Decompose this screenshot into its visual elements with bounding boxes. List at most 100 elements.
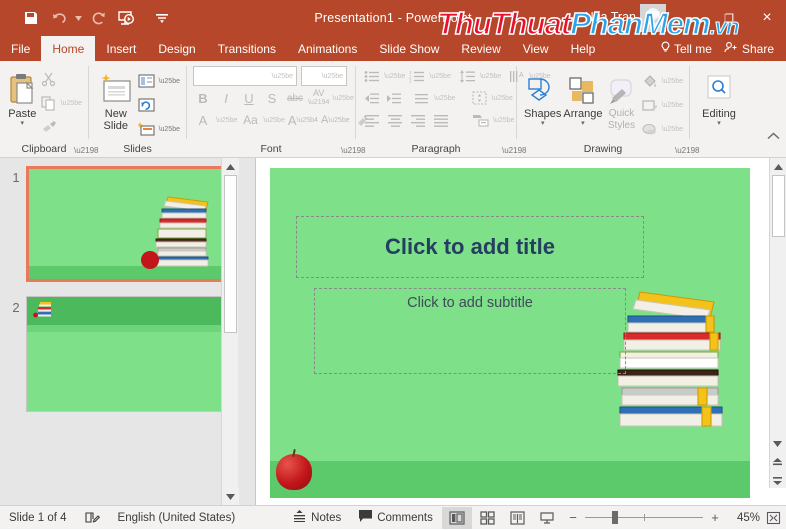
editing-button[interactable]: Editing ▾ <box>696 66 742 128</box>
thumbnail-scrollbar-thumb[interactable] <box>224 175 237 333</box>
arrange-button[interactable]: Arrange ▾ <box>562 66 603 128</box>
slide-thumbnail-1[interactable] <box>26 166 233 282</box>
share-button[interactable]: Share <box>716 41 782 56</box>
numbering-caret-icon[interactable]: \u25be <box>429 73 450 80</box>
decrease-font-size-button[interactable]: A \u25be <box>321 110 350 130</box>
shape-fill-caret-icon[interactable]: \u25be <box>662 78 683 85</box>
zoom-track[interactable] <box>585 511 703 524</box>
customize-quick-access-toolbar-icon[interactable] <box>149 6 175 30</box>
slide-layout-caret-icon[interactable]: \u25be <box>159 78 180 85</box>
tab-animations[interactable]: Animations <box>287 36 368 61</box>
slide-editor[interactable]: Click to add title Click to add subtitle <box>256 158 786 505</box>
font-name-caret-icon[interactable]: \u25be <box>272 73 293 80</box>
shape-effects-icon[interactable] <box>640 119 660 139</box>
shapes-caret-icon[interactable]: ▾ <box>541 120 545 128</box>
paragraph-dialog-launcher[interactable]: \u2198 <box>502 146 526 156</box>
arrange-caret-icon[interactable]: ▾ <box>581 120 585 128</box>
align-text-caret-icon[interactable]: \u25be <box>491 95 512 102</box>
shape-outline-icon[interactable] <box>640 95 660 115</box>
shape-outline-caret-icon[interactable]: \u25be <box>662 102 683 109</box>
line-spacing-caret-icon[interactable]: \u25be <box>480 73 501 80</box>
smartart-caret-icon[interactable]: \u25be <box>493 117 514 124</box>
undo-icon[interactable] <box>46 6 72 30</box>
language-indicator[interactable]: English (United States) <box>109 506 245 530</box>
shapes-button[interactable]: Shapes ▾ <box>523 66 562 128</box>
slide-sorter-view-button[interactable] <box>472 507 502 529</box>
text-shadow-button[interactable]: S <box>262 88 282 108</box>
redo-icon[interactable] <box>85 6 111 30</box>
columns-icon[interactable] <box>412 88 432 108</box>
close-button[interactable]: × <box>748 0 786 36</box>
font-dialog-launcher[interactable]: \u2198 <box>341 146 365 156</box>
underline-button[interactable]: U <box>239 88 259 108</box>
justify-icon[interactable] <box>431 110 451 130</box>
format-painter-icon[interactable] <box>39 117 59 137</box>
tab-design[interactable]: Design <box>147 36 206 61</box>
align-text-vertical-icon[interactable] <box>469 88 489 108</box>
scroll-down-arrow-icon[interactable] <box>770 435 785 452</box>
zoom-slider[interactable]: − + <box>562 510 726 525</box>
increase-font-size-button[interactable]: A \u25b4 <box>288 110 318 130</box>
slide-show-button[interactable] <box>532 507 562 529</box>
slide-thumbnail-2[interactable] <box>26 296 233 412</box>
spellcheck-icon[interactable] <box>76 506 109 530</box>
copy-caret-icon[interactable]: \u25be <box>61 100 82 107</box>
increase-indent-icon[interactable] <box>384 88 404 108</box>
clipboard-dialog-launcher[interactable]: \u2198 <box>74 146 98 156</box>
change-case-button[interactable]: Aa <box>240 110 260 130</box>
thumbnail-item-1[interactable]: 1 <box>0 158 255 282</box>
current-slide[interactable]: Click to add title Click to add subtitle <box>270 168 750 498</box>
chevron-up-icon[interactable] <box>767 131 780 143</box>
shape-fill-icon[interactable] <box>640 71 660 91</box>
maximize-button[interactable]: ❐ <box>710 0 748 36</box>
tab-review[interactable]: Review <box>450 36 511 61</box>
font-name-input[interactable]: \u25be <box>193 66 297 86</box>
columns-caret-icon[interactable]: \u25be <box>434 95 455 102</box>
zoom-handle[interactable] <box>612 511 618 524</box>
zoom-in-button[interactable]: + <box>710 510 720 525</box>
next-slide-icon[interactable] <box>770 472 785 489</box>
slide-layout-icon[interactable] <box>137 71 157 91</box>
ribbon-display-options-icon[interactable] <box>634 0 672 36</box>
slide-counter[interactable]: Slide 1 of 4 <box>0 506 76 530</box>
paste-button[interactable]: Paste ▾ <box>6 66 39 128</box>
zoom-percent[interactable]: 45% <box>726 512 760 524</box>
strikethrough-button[interactable]: abc <box>285 88 305 108</box>
character-spacing-caret-icon[interactable]: \u25be <box>332 95 353 102</box>
bold-button[interactable]: B <box>193 88 213 108</box>
copy-icon[interactable] <box>39 93 59 113</box>
zoom-out-button[interactable]: − <box>568 510 578 525</box>
editor-scrollbar-thumb[interactable] <box>772 175 785 237</box>
tab-home[interactable]: Home <box>41 36 96 61</box>
minimize-button[interactable]: – <box>672 0 710 36</box>
notes-button[interactable]: Notes <box>284 506 350 530</box>
scroll-up-arrow-icon[interactable] <box>770 158 786 175</box>
tab-slide-show[interactable]: Slide Show <box>368 36 450 61</box>
align-right-icon[interactable] <box>408 110 428 130</box>
numbering-icon[interactable]: 123 <box>407 66 427 86</box>
tab-view[interactable]: View <box>512 36 560 61</box>
tab-insert[interactable]: Insert <box>95 36 147 61</box>
change-case-caret-icon[interactable]: \u25be <box>263 117 284 124</box>
drawing-dialog-launcher[interactable]: \u2198 <box>675 146 699 156</box>
font-size-input[interactable]: \u25be <box>301 66 347 86</box>
paste-caret-icon[interactable]: ▾ <box>21 120 25 128</box>
scroll-up-arrow-icon[interactable] <box>222 158 239 175</box>
fit-slide-to-window-icon[interactable] <box>760 511 786 525</box>
save-icon[interactable] <box>18 6 44 30</box>
font-color-button[interactable]: A <box>193 110 213 130</box>
tab-transitions[interactable]: Transitions <box>207 36 287 61</box>
tell-me-box[interactable]: Tell me <box>649 36 716 61</box>
character-spacing-button[interactable]: AV \u2194 <box>308 88 329 108</box>
new-slide-button[interactable]: New Slide <box>95 66 137 132</box>
font-color-caret-icon[interactable]: \u25be <box>216 117 237 124</box>
tab-help[interactable]: Help <box>560 36 607 61</box>
previous-slide-icon[interactable] <box>770 454 785 471</box>
quick-styles-button[interactable]: Quick Styles <box>603 66 639 132</box>
start-presentation-icon[interactable] <box>113 6 139 30</box>
section-icon[interactable] <box>137 119 157 139</box>
tab-file[interactable]: File <box>0 36 42 61</box>
thumbnail-item-2[interactable]: 2 <box>0 282 255 412</box>
shape-effects-caret-icon[interactable]: \u25be <box>662 126 683 133</box>
normal-view-button[interactable] <box>442 506 472 529</box>
